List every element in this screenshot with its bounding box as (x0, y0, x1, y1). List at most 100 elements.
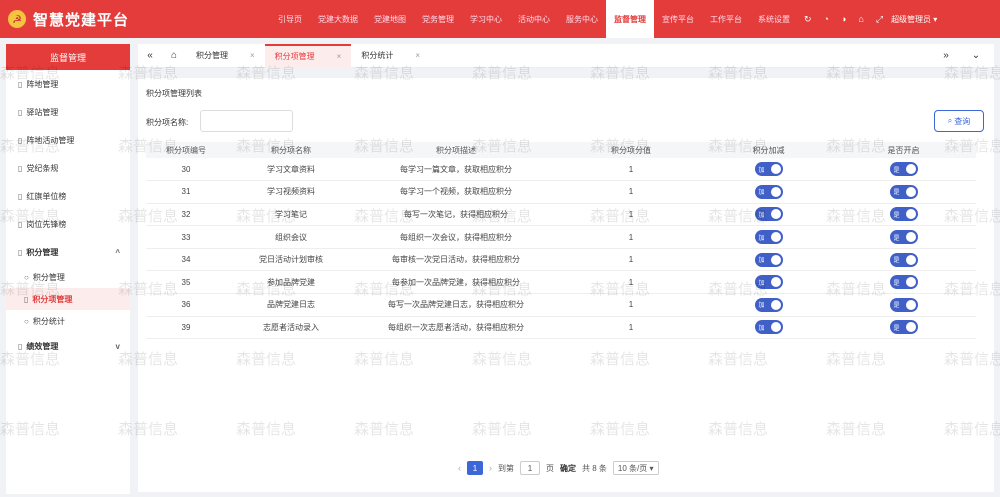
enabled-toggle[interactable]: 是 (889, 275, 918, 290)
enabled-toggle[interactable]: 是 (889, 207, 918, 222)
sign-toggle[interactable]: 加 (754, 230, 783, 245)
nav-item-supervision[interactable]: 监督管理 (606, 0, 654, 38)
nav-item-publicity[interactable]: 宣传平台 (654, 0, 702, 38)
col-desc[interactable]: 积分项描述 (356, 142, 556, 158)
enabled-toggle[interactable]: 是 (889, 297, 918, 312)
table-row[interactable]: 39 志愿者活动录入 每组织一次志愿者活动，获得相应积分 1 加 是 (146, 316, 976, 340)
fullscreen-icon[interactable]: ⤢ (876, 14, 883, 25)
goto-page-input[interactable]: 1 (520, 461, 540, 475)
circle-icon: ○ (24, 272, 29, 282)
chevron-up-icon: ^ (115, 247, 120, 257)
sign-toggle[interactable]: 加 (754, 320, 783, 335)
search-button[interactable]: ⌕ 查询 (934, 110, 984, 132)
nav-item-settings[interactable]: 系统设置 (750, 0, 798, 38)
enabled-toggle[interactable]: 是 (889, 184, 918, 199)
sign-toggle[interactable]: 加 (754, 207, 783, 222)
sidebar-subitem-points-items[interactable]: ▯ 积分项管理 (6, 288, 130, 310)
col-enabled[interactable]: 是否开启 (831, 142, 976, 158)
sidebar-item-pioneer[interactable]: ▯ 岗位先锋榜 (6, 210, 130, 238)
sidebar-item-station[interactable]: ▯ 驿站管理 (6, 98, 130, 126)
table-row[interactable]: 33 组织会议 每组织一次会议，获得相应积分 1 加 是 (146, 225, 976, 249)
page-number-current[interactable]: 1 (467, 461, 483, 475)
sidebar-group-performance[interactable]: ▯ 绩效管理 v (6, 332, 130, 360)
close-icon[interactable]: × (250, 51, 255, 60)
sidebar-item-position[interactable]: ▯ 阵地管理 (6, 70, 130, 98)
chevron-down-icon[interactable]: ⌄ (964, 50, 988, 61)
app-title: 智慧党建平台 (33, 11, 130, 29)
home-icon[interactable]: ⌂ (162, 50, 186, 61)
pagination: ‹ 1 › 到第 1 页 确定 共 8 条 10 条/页 ▾ (458, 461, 659, 475)
doc-icon: ▯ (18, 219, 23, 229)
nav-item-affairs[interactable]: 党务管理 (414, 0, 462, 38)
tab-scroll-left-icon[interactable]: « (138, 50, 162, 61)
sign-toggle[interactable]: 加 (754, 184, 783, 199)
points-table: 积分项编号 积分项名称 积分项描述 积分项分值 积分加减 是否开启 30 学习文章… (146, 142, 976, 340)
nav-item-service[interactable]: 服务中心 (558, 0, 606, 38)
user-menu[interactable]: 超级管理员 ▾ (891, 14, 937, 25)
sidebar-item-red-flag[interactable]: ▯ 红旗单位榜 (6, 182, 130, 210)
theme-icon[interactable]: ◑ (841, 14, 846, 24)
doc-icon: ▯ (18, 163, 23, 173)
circle-icon: ○ (24, 316, 29, 326)
table-row[interactable]: 35 参加品牌党建 每参加一次品牌党建，获得相应积分 1 加 是 (146, 270, 976, 295)
close-icon[interactable]: × (415, 51, 420, 60)
table-header-row: 积分项编号 积分项名称 积分项描述 积分项分值 积分加减 是否开启 (146, 142, 976, 158)
points-name-input[interactable] (200, 110, 293, 132)
nav-item-work[interactable]: 工作平台 (702, 0, 750, 38)
tab-controls: » ⌄ (934, 50, 994, 61)
notification-icon[interactable]: ◔ (824, 14, 829, 24)
close-icon[interactable]: × (337, 52, 342, 61)
doc-icon: ▯ (18, 191, 23, 201)
page-size-select[interactable]: 10 条/页 ▾ (612, 461, 659, 475)
enabled-toggle[interactable]: 是 (889, 162, 918, 177)
search-icon: ⌕ (947, 116, 953, 125)
doc-icon: ▯ (18, 107, 23, 117)
sign-toggle[interactable]: 加 (754, 162, 783, 177)
tab-points-items[interactable]: 积分项管理 × (264, 43, 352, 68)
nav-item-guide[interactable]: 引导页 (270, 0, 310, 38)
sidebar-item-position-activity[interactable]: ▯ 阵地活动管理 (6, 126, 130, 154)
sidebar: 监督管理 ▯ 阵地管理 ▯ 驿站管理 ▯ 阵地活动管理 ▯ 党纪条规 ▯ 红旗单位榜 ▯ 岗… (6, 44, 130, 494)
enabled-toggle[interactable]: 是 (889, 320, 918, 335)
doc-icon: ▯ (24, 294, 29, 304)
page-title: 积分项管理列表 (146, 89, 202, 98)
goto-suffix: 页 (546, 463, 554, 473)
nav-item-map[interactable]: 党建地图 (366, 0, 414, 38)
tab-points-manage[interactable]: 积分管理 × (186, 44, 265, 68)
next-page-icon[interactable]: › (489, 463, 492, 473)
refresh-icon[interactable]: ↻ (804, 14, 812, 25)
brand[interactable]: ☭ 智慧党建平台 (0, 9, 260, 30)
goto-confirm-button[interactable]: 确定 (560, 463, 576, 474)
lock-icon[interactable]: ⌂ (858, 14, 863, 24)
col-id[interactable]: 积分项编号 (146, 142, 226, 158)
enabled-toggle[interactable]: 是 (889, 230, 918, 245)
goto-prefix: 到第 (498, 463, 514, 473)
table-row[interactable]: 34 党日活动计划审核 每审核一次党日活动，获得相应积分 1 加 是 (146, 248, 976, 272)
col-score[interactable]: 积分项分值 (556, 142, 706, 158)
sidebar-item-rules[interactable]: ▯ 党纪条规 (6, 154, 130, 182)
sidebar-subitem-points-manage[interactable]: ○ 积分管理 (6, 266, 130, 288)
nav-item-bigdata[interactable]: 党建大数据 (310, 0, 366, 38)
enabled-toggle[interactable]: 是 (889, 252, 918, 267)
total-count: 共 8 条 (582, 463, 607, 473)
filter-label: 积分项名称: (146, 118, 189, 127)
tab-scroll-right-icon[interactable]: » (934, 50, 958, 61)
prev-page-icon[interactable]: ‹ (458, 463, 461, 473)
sign-toggle[interactable]: 加 (754, 297, 783, 312)
col-name[interactable]: 积分项名称 (226, 142, 356, 158)
header-tools: ↻ ◔ ◑ ⌂ ⤢ (804, 14, 883, 25)
table-row[interactable]: 32 学习笔记 每写一次笔记，获得相应积分 1 加 是 (146, 203, 976, 227)
nav-item-study[interactable]: 学习中心 (462, 0, 510, 38)
table-row[interactable]: 36 品牌党建日志 每写一次品牌党建日志，获得相应积分 1 加 是 (146, 293, 976, 317)
sidebar-subitem-points-stats[interactable]: ○ 积分统计 (6, 310, 130, 332)
col-sign[interactable]: 积分加减 (706, 142, 831, 158)
table-row[interactable]: 30 学习文章资料 每学习一篇文章，获取相应积分 1 加 是 (146, 158, 976, 182)
nav-item-activity[interactable]: 活动中心 (510, 0, 558, 38)
sign-toggle[interactable]: 加 (754, 252, 783, 267)
tab-points-stats[interactable]: 积分统计 × (351, 44, 430, 68)
doc-icon: ▯ (18, 341, 23, 351)
sign-toggle[interactable]: 加 (754, 275, 783, 290)
table-row[interactable]: 31 学习视频资料 每学习一个视频，获取相应积分 1 加 是 (146, 180, 976, 204)
chevron-down-icon: v (115, 341, 120, 351)
sidebar-group-points[interactable]: ▯ 积分管理 ^ (6, 238, 130, 266)
